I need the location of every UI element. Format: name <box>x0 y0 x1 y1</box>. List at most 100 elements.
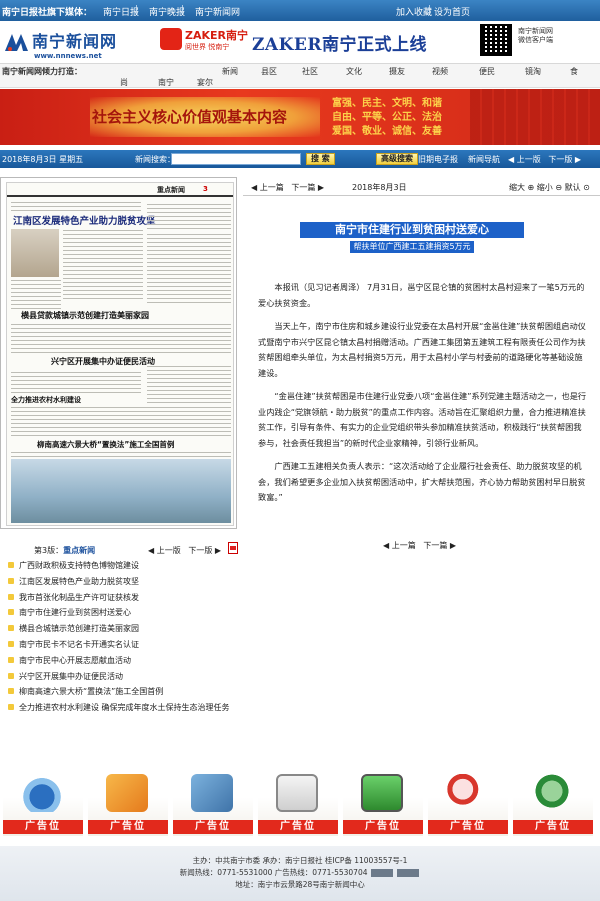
prev-article-link-bottom[interactable]: ◀ 上一篇 <box>383 541 416 550</box>
paper-text-block <box>11 279 61 309</box>
next-article-link[interactable]: 下一篇 ▶ <box>291 183 324 192</box>
paper-text-block <box>11 369 141 393</box>
add-favorite-link[interactable]: 加入收藏 <box>396 5 432 18</box>
pdf-download-icon[interactable] <box>228 542 238 554</box>
channel-news[interactable]: 新闻 <box>222 66 238 77</box>
news-guide-link[interactable]: 新闻导航 <box>468 154 500 165</box>
channel-county[interactable]: 县区 <box>261 66 277 77</box>
banner-title: 社会主义核心价值观基本内容 <box>92 108 288 126</box>
search-label: 新闻搜索： <box>135 155 175 164</box>
top-media-bar: 南宁日报社旗下媒体： 南宁日报 | 南宁晚报 | 南宁新闻网 加入收藏 | 设为… <box>0 0 600 21</box>
set-homepage-link[interactable]: 设为首页 <box>434 5 470 18</box>
prev-article-link[interactable]: ◀ 上一篇 <box>251 183 284 192</box>
prev-article-label: 上一篇 <box>391 541 416 550</box>
ad-slot[interactable]: 广告位 <box>343 766 423 836</box>
page-next-link[interactable]: 下一版 ▶ <box>188 546 221 555</box>
ad-slot[interactable]: 广告位 <box>513 766 593 836</box>
ad-label: 广告位 <box>88 820 168 834</box>
channel-shopping[interactable]: 镜淘 <box>525 66 541 77</box>
channel-video[interactable]: 视频 <box>432 66 448 77</box>
list-item[interactable]: 兴宁区开展集中办证便民活动 <box>8 671 238 687</box>
paper-bridge-photo <box>11 459 231 523</box>
channel-fashion[interactable]: 尚 <box>120 77 128 88</box>
list-item[interactable]: 广西财政积极支持特色博物馆建设 <box>8 560 238 576</box>
list-item[interactable]: 南宁市民卡不记名卡开通实名认证 <box>8 639 238 655</box>
paper-page-number: 3 <box>203 185 208 193</box>
prev-page-label: 上一版 <box>516 155 541 164</box>
channel-wedding[interactable]: 宴尔 <box>197 77 213 88</box>
list-item[interactable]: 全力推进农村水利建设 确保完成年度水土保持生态治理任务 <box>8 702 238 718</box>
prev-page-link[interactable]: ◀ 上一版 <box>508 155 541 164</box>
next-page-link[interactable]: 下一版 ▶ <box>548 155 581 164</box>
link-nanning-evening[interactable]: 南宁晚报 <box>149 5 185 18</box>
channel-food[interactable]: 食 <box>570 66 578 77</box>
banner-wall-image <box>470 89 600 145</box>
paper-headline[interactable]: 江南区发展特色产业助力脱贫攻坚 <box>13 213 156 227</box>
list-item-title: 南宁市民中心开展志愿献血活动 <box>19 655 131 665</box>
list-item[interactable]: 江南区发展特色产业助力脱贫攻坚 <box>8 576 238 592</box>
next-article-label: 下一篇 <box>423 541 448 550</box>
list-item[interactable]: 我市首张化制品生产许可证获核发 <box>8 592 238 608</box>
list-item[interactable]: 横县合城镇示范创建打造美丽家园 <box>8 623 238 639</box>
footer-sponsor: 主办：中共南宁市委 承办：南宁日报社 桂ICP备 11003557号-1 <box>192 856 408 865</box>
search-input[interactable] <box>171 153 301 165</box>
ad-slot[interactable]: 广告位 <box>428 766 508 836</box>
list-item[interactable]: 柳南高速六景大桥“置换法”施工全国首例 <box>8 686 238 702</box>
paper-headline[interactable]: 柳南高速六景大桥“置换法”施工全国首例 <box>37 439 174 450</box>
bullet-icon <box>8 688 14 695</box>
paper-headline[interactable]: 兴宁区开展集中办证便民活动 <box>51 356 155 367</box>
page-nav: ◀ 上一版 下一版 ▶ <box>508 154 581 165</box>
ad-label: 广告位 <box>428 820 508 834</box>
ad-slot[interactable]: 广告位 <box>88 766 168 836</box>
list-item-title: 全力推进农村水利建设 确保完成年度水土保持生态治理任务 <box>19 703 230 713</box>
advanced-search-button[interactable]: 高级搜索 <box>376 153 418 165</box>
channel-community[interactable]: 社区 <box>302 66 318 77</box>
next-article-link-bottom[interactable]: 下一篇 ▶ <box>423 541 456 550</box>
search-icon <box>446 774 488 812</box>
bullet-icon <box>8 656 14 663</box>
channel-photo[interactable]: 摄友 <box>389 66 405 77</box>
ad-slot[interactable]: 广告位 <box>3 766 83 836</box>
list-item-title: 江南区发展特色产业助力脱贫攻坚 <box>19 576 139 586</box>
channel-service[interactable]: 便民 <box>479 66 495 77</box>
newspaper-page-thumbnail[interactable]: 重点新闻 3 江南区发展特色产业助力脱贫攻坚 横县贷款城镇示范创建打造美丽家园 … <box>0 177 237 529</box>
list-item-title: 南宁市民卡不记名卡开通实名认证 <box>19 639 139 649</box>
page-prev-link[interactable]: ◀ 上一版 <box>148 546 181 555</box>
page-label-prefix: 第3版： <box>34 546 64 555</box>
list-item-title: 柳南高速六景大桥“置换法”施工全国首例 <box>19 687 164 697</box>
zaker-ad[interactable]: ZAKER南宁 阅世界 悦南宁 <box>160 24 250 60</box>
article-body: 本报讯（见习记者周泽） 7月31日，邕宁区昆仑镇的贫困村太昌村迎来了一笔5万元的… <box>258 280 588 514</box>
search-button[interactable]: 搜 索 <box>306 153 335 165</box>
paper-text-block <box>11 323 231 353</box>
ad-slot[interactable]: 广告位 <box>258 766 338 836</box>
channel-culture[interactable]: 文化 <box>346 66 362 77</box>
site-logo-icon[interactable] <box>4 31 30 53</box>
bullet-icon <box>8 672 14 679</box>
site-url: www.nnnews.net <box>34 52 102 60</box>
ad-slot[interactable]: 广告位 <box>173 766 253 836</box>
paper-headline[interactable]: 横县贷款城镇示范创建打造美丽家园 <box>21 310 149 321</box>
article-toolbar: ◀ 上一篇 下一篇 ▶ 2018年8月3日 缩大 ⊕ 缩小 ⊖ 默认 ⊙ <box>243 180 600 194</box>
old-paper-link[interactable]: 旧期电子报 <box>418 154 458 165</box>
page-next-label: 下一版 <box>188 546 213 555</box>
divider: | <box>181 5 185 15</box>
paper-headline[interactable]: 全力推进农村水利建设 <box>11 395 81 405</box>
list-item[interactable]: 南宁市民中心开展志愿献血活动 <box>8 655 238 671</box>
cnzz-badge-icon[interactable] <box>397 869 420 877</box>
channel-nanning[interactable]: 南宁 <box>158 77 174 88</box>
email-icon <box>106 774 148 812</box>
phone-icon <box>21 774 63 812</box>
bullet-icon <box>8 562 14 568</box>
link-nnnews[interactable]: 南宁新闻网 <box>195 5 240 18</box>
link-nanning-daily[interactable]: 南宁日报 <box>103 5 139 18</box>
list-item[interactable]: 南宁市住建行业到贫困村送爱心 <box>8 607 238 623</box>
article-paragraph: 本报讯（见习记者周泽） 7月31日，邕宁区昆仑镇的贫困村太昌村迎来了一笔5万元的… <box>258 282 585 308</box>
page-prev-label: 上一版 <box>156 546 181 555</box>
site-logo-text[interactable]: 南宁新闻网 <box>32 28 117 52</box>
font-size-tools[interactable]: 缩大 ⊕ 缩小 ⊖ 默认 ⊙ <box>509 182 590 193</box>
zaker-banner-text[interactable]: ZAKER南宁正式上线 <box>252 30 427 55</box>
next-article-label: 下一篇 <box>291 183 316 192</box>
ad-label: 广告位 <box>173 820 253 834</box>
cnzz-badge-icon[interactable] <box>370 869 393 877</box>
paper-text-block <box>11 406 231 436</box>
